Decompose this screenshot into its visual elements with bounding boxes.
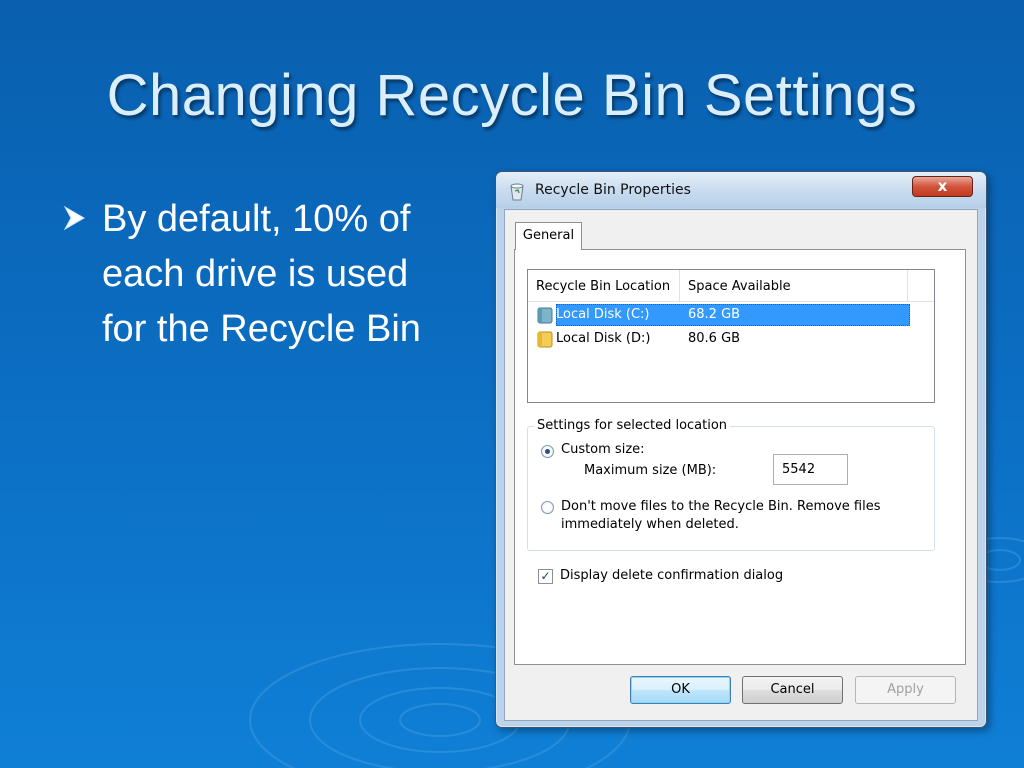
settings-legend: Settings for selected location [534, 418, 731, 433]
ok-button[interactable]: OK [630, 676, 731, 704]
slide-title: Changing Recycle Bin Settings [106, 63, 918, 128]
close-button[interactable]: x [912, 176, 973, 197]
space-cell: 68.2 GB [688, 307, 741, 322]
apply-button[interactable]: Apply [855, 676, 956, 704]
checkmark-icon: ✓ [540, 569, 551, 583]
custom-size-radio[interactable] [541, 445, 554, 458]
bullet-point: By default, 10% of each drive is used fo… [62, 192, 442, 357]
recycle-bin-icon [510, 183, 524, 201]
list-item-d-drive[interactable]: Local Disk (D:) 80.6 GB [528, 328, 910, 350]
max-size-label: Maximum size (MB): [584, 463, 717, 478]
column-header-location[interactable]: Recycle Bin Location [528, 270, 680, 301]
column-header-space[interactable]: Space Available [680, 270, 908, 301]
space-cell: 80.6 GB [688, 331, 741, 346]
settings-groupbox: Settings for selected location Custom si… [527, 418, 935, 551]
max-size-input[interactable] [773, 454, 848, 485]
dialog-title: Recycle Bin Properties [535, 182, 691, 198]
recycle-bin-properties-dialog: Recycle Bin Properties x General Recycle… [495, 171, 987, 728]
drive-icon [537, 307, 553, 324]
dont-move-files-radio[interactable] [541, 501, 554, 514]
close-icon: x [937, 177, 948, 195]
cancel-button[interactable]: Cancel [742, 676, 843, 704]
bullet-text: By default, 10% of each drive is used fo… [102, 198, 421, 350]
dont-move-files-label[interactable]: Don't move files to the Recycle Bin. Rem… [561, 498, 921, 534]
delete-confirmation-checkbox[interactable]: ✓ [538, 569, 553, 584]
tab-general[interactable]: General [515, 222, 582, 250]
dialog-titlebar[interactable]: Recycle Bin Properties x [496, 172, 986, 208]
custom-size-label[interactable]: Custom size: [561, 442, 645, 457]
arrow-bullet-icon [63, 205, 85, 231]
location-cell: Local Disk (C:) [556, 307, 650, 322]
location-cell: Local Disk (D:) [556, 331, 651, 346]
delete-confirmation-label[interactable]: Display delete confirmation dialog [560, 568, 783, 583]
dialog-client-area: General Recycle Bin Location Space Avail… [504, 209, 978, 721]
folder-drive-icon [537, 331, 553, 348]
list-header: Recycle Bin Location Space Available [528, 270, 934, 302]
recycle-bin-location-list[interactable]: Recycle Bin Location Space Available Loc… [527, 269, 935, 403]
list-item-c-drive[interactable]: Local Disk (C:) 68.2 GB [528, 304, 910, 326]
